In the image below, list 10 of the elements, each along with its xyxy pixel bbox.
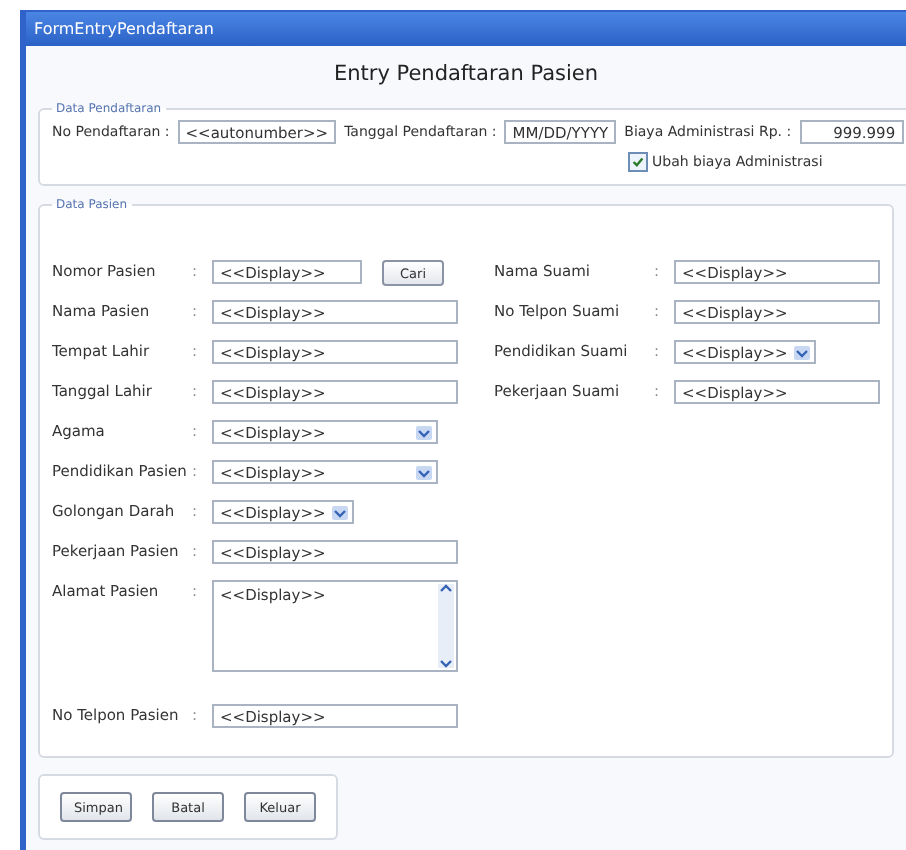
scrollbar[interactable] [438, 584, 454, 668]
caret-down-icon [418, 469, 430, 477]
caret-up-icon [440, 584, 452, 592]
caret-down-icon [418, 429, 430, 437]
caret-down-icon [333, 509, 346, 517]
caret-down-icon [795, 349, 808, 357]
form-heading: Entry Pendaftaran Pasien [331, 60, 601, 90]
window-title: FormEntryPendaftaran [26, 12, 906, 46]
caret-down-icon [440, 660, 452, 668]
checkbox[interactable] [628, 152, 648, 172]
